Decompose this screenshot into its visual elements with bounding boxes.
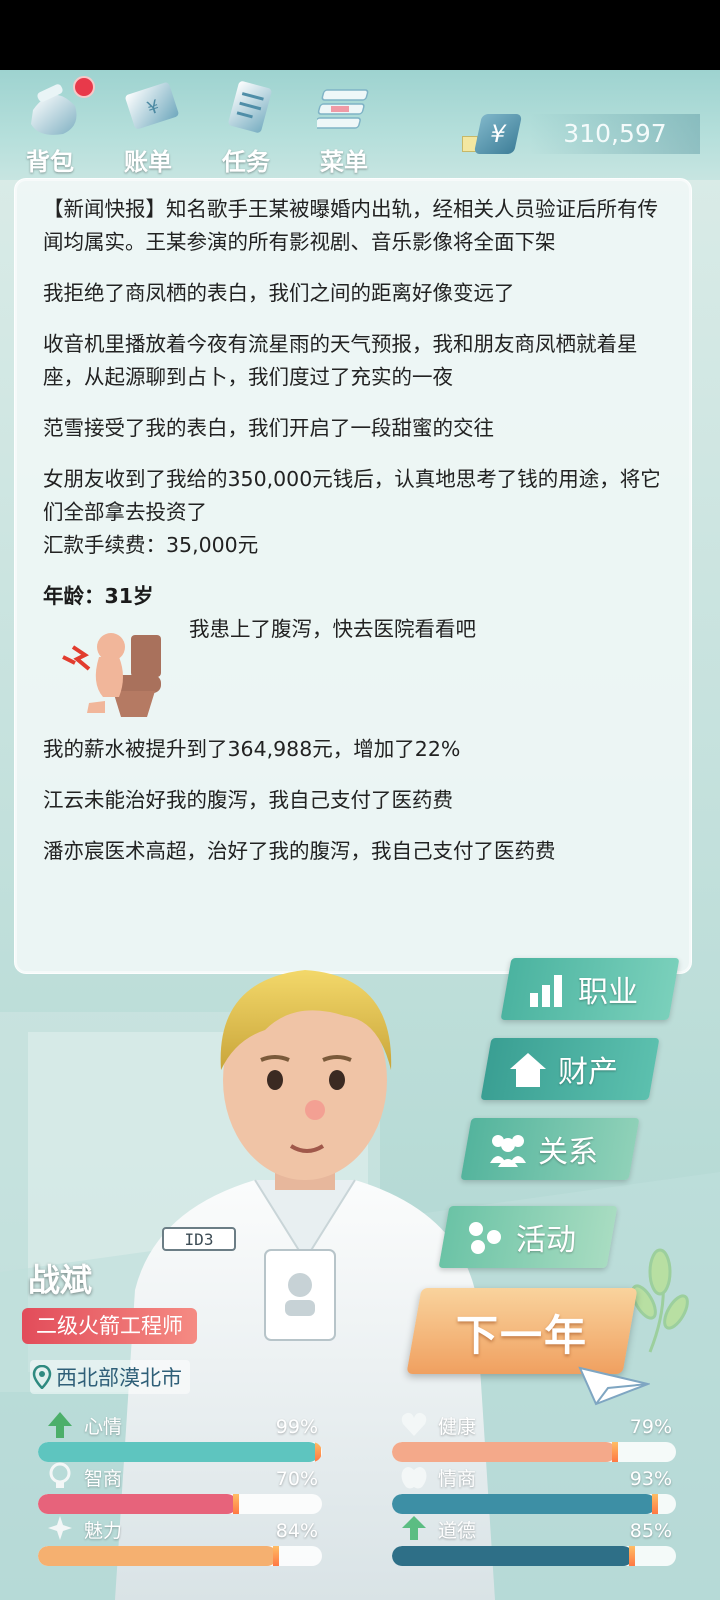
stat-percent: 79% — [629, 1416, 672, 1438]
log-entry: 江云未能治好我的腹泻，我自己支付了医药费 — [43, 788, 453, 812]
morality-icon — [402, 1516, 426, 1540]
stat-marker — [315, 1442, 322, 1462]
menu-button[interactable]: 菜单 — [299, 80, 389, 176]
task-button[interactable]: 任务 — [201, 80, 291, 176]
gift-fee: 汇款手续费：35,000元 — [43, 533, 259, 557]
career-button[interactable]: 职业 — [500, 958, 680, 1020]
stat-morality: 道德 85% — [392, 1514, 682, 1566]
stat-charm: 魅力 84% — [38, 1514, 328, 1566]
stat-marker — [629, 1546, 636, 1566]
stat-name: 智商 — [84, 1468, 123, 1490]
location: 西北部漠北市 — [30, 1360, 190, 1394]
backpack-button[interactable]: 背包 — [5, 76, 95, 176]
stat-mood: 心情 99% — [38, 1410, 328, 1462]
bill-icon: ¥ — [125, 82, 179, 129]
relations-button[interactable]: 关系 — [460, 1118, 640, 1180]
house-icon — [510, 1053, 546, 1087]
stat-bar — [38, 1546, 322, 1566]
menu-icon — [317, 89, 369, 129]
stat-bar — [38, 1494, 322, 1514]
stat-name: 情商 — [438, 1468, 477, 1490]
job-badge: 二级火箭工程师 — [22, 1308, 197, 1344]
stat-fill — [392, 1546, 634, 1566]
log-entry: 潘亦宸医术高超，治好了我的腹泻，我自己支付了医药费 — [43, 839, 556, 863]
activities-label: 活动 — [516, 1223, 576, 1258]
log-entry: 【新闻快报】知名歌手王某被曝婚内出轨，经相关人员验证后所有传闻均属实。王某参演的… — [43, 197, 658, 254]
status-bar — [0, 0, 720, 70]
stat-marker — [612, 1442, 619, 1462]
location-pin-icon — [32, 1365, 52, 1389]
mood-icon — [48, 1412, 72, 1438]
stat-fill — [38, 1494, 237, 1514]
stat-fill — [392, 1442, 617, 1462]
age-heading: 年龄：31岁 — [43, 584, 154, 608]
stat-percent: 99% — [275, 1416, 318, 1438]
stat-bar — [392, 1494, 676, 1514]
next-year-label: 下一年 — [455, 1311, 588, 1360]
illness-entry: 我患上了腹泻，快去医院看看吧 — [43, 613, 663, 733]
people-icon — [490, 1135, 526, 1167]
money-display: ¥ 310,597 — [462, 114, 710, 154]
stat-eq: 情商 93% — [392, 1462, 682, 1514]
stat-bar — [392, 1546, 676, 1566]
illness-text: 我患上了腹泻，快去医院看看吧 — [189, 617, 476, 641]
diarrhea-illustration — [62, 633, 161, 717]
stat-percent: 84% — [275, 1520, 318, 1542]
property-label: 财产 — [558, 1055, 618, 1090]
stat-marker — [652, 1494, 659, 1514]
heart-icon — [401, 1412, 427, 1436]
stat-health: 健康 79% — [392, 1410, 682, 1462]
log-entry: 范雪接受了我的表白，我们开启了一段甜蜜的交往 — [43, 416, 494, 440]
gift-text: 女朋友收到了我给的350,000元钱后，认真地思考了钱的用途，将它们全部拿去投资… — [43, 467, 661, 524]
career-icon — [530, 975, 562, 1007]
relations-label: 关系 — [538, 1135, 598, 1170]
task-icon — [228, 81, 272, 133]
log-entry: 收音机里播放着今夜有流星雨的天气预报，我和朋友商凤栖就着星座，从起源聊到占卜，我… — [43, 332, 638, 389]
stat-fill — [392, 1494, 657, 1514]
stat-iq: 智商 70% — [38, 1462, 328, 1514]
stat-fill — [38, 1546, 277, 1566]
stat-name: 魅力 — [84, 1520, 123, 1542]
log-entry: 我拒绝了商凤栖的表白，我们之间的距离好像变远了 — [43, 281, 515, 305]
location-text: 西北部漠北市 — [56, 1366, 182, 1390]
stat-marker — [272, 1546, 279, 1566]
badge-text: ID3 — [185, 1230, 214, 1249]
bill-label: 账单 — [124, 148, 172, 176]
player-name: 战斌 — [28, 1261, 93, 1299]
stat-name: 心情 — [84, 1416, 123, 1438]
event-log-panel[interactable]: 【新闻快报】知名歌手王某被曝婚内出轨，经相关人员验证后所有传闻均属实。王某参演的… — [14, 178, 692, 974]
career-label: 职业 — [578, 975, 638, 1010]
stat-bar — [38, 1442, 322, 1462]
stat-bar — [392, 1442, 676, 1462]
activity-icon — [469, 1222, 501, 1254]
stat-percent: 85% — [629, 1520, 672, 1542]
stat-fill — [38, 1442, 320, 1462]
yen-icon: ¥ — [473, 114, 523, 154]
stats-panel: 心情 99% 健康 79% 智商 70% 情商 93% 魅力 84% 道德 85… — [0, 1400, 720, 1600]
bill-button[interactable]: ¥ 账单 — [103, 80, 193, 176]
backpack-label: 背包 — [26, 148, 74, 176]
property-button[interactable]: 财产 — [480, 1038, 660, 1100]
event-log: 【新闻快报】知名歌手王某被曝婚内出轨，经相关人员验证后所有传闻均属实。王某参演的… — [43, 193, 663, 886]
apple-icon — [401, 1467, 427, 1489]
notification-dot — [73, 76, 95, 98]
log-entry: 我的薪水被提升到了364,988元，增加了22% — [43, 737, 461, 761]
money-value: 310,597 — [530, 114, 700, 154]
lightbulb-icon — [49, 1462, 71, 1488]
log-entry-gift: 女朋友收到了我给的350,000元钱后，认真地思考了钱的用途，将它们全部拿去投资… — [43, 463, 663, 562]
stat-name: 道德 — [438, 1520, 477, 1542]
menu-label: 菜单 — [320, 148, 368, 176]
stat-percent: 70% — [275, 1468, 318, 1490]
task-label: 任务 — [222, 148, 270, 176]
stat-percent: 93% — [629, 1468, 672, 1490]
sparkle-icon — [48, 1516, 72, 1540]
stat-name: 健康 — [438, 1416, 477, 1438]
stat-marker — [232, 1494, 239, 1514]
activities-button[interactable]: 活动 — [438, 1206, 618, 1268]
